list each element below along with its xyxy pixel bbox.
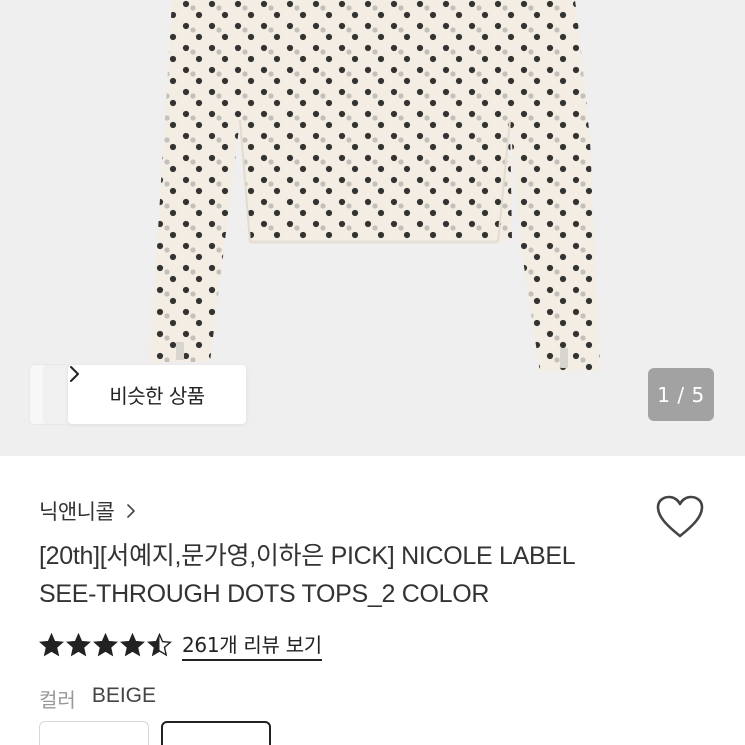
swatch-beige-image — [163, 723, 271, 745]
heart-icon[interactable] — [655, 494, 705, 540]
product-image[interactable]: 비슷한 상품 1 / 5 — [0, 0, 745, 456]
chevron-right-icon — [127, 504, 136, 518]
star-icon — [39, 632, 64, 656]
brand-name: 닉앤니콜 — [39, 500, 115, 524]
color-value: BEIGE — [91, 684, 157, 707]
review-link[interactable]: 261개 리뷰 보기 — [182, 629, 322, 661]
star-icon — [120, 632, 145, 656]
product-title-line2: SEE-THROUGH DOTS TOPS_2 COLOR — [39, 580, 490, 608]
color-swatch-black[interactable] — [39, 721, 149, 745]
similar-products-button[interactable]: 비슷한 상품 — [68, 365, 246, 424]
brand-link[interactable]: 닉앤니콜 — [39, 496, 136, 526]
similar-thumbnails — [30, 365, 70, 424]
chevron-right-icon — [70, 366, 79, 382]
star-icon — [147, 632, 172, 656]
image-pager: 1 / 5 — [648, 368, 714, 421]
product-title: [20th][서예지,문가영,이하은 PICK] NICOLE LABEL SE… — [39, 537, 639, 613]
rating-row: 261개 리뷰 보기 — [39, 628, 322, 662]
color-swatch-beige[interactable] — [161, 721, 271, 745]
rating-stars — [39, 632, 172, 658]
star-icon — [93, 632, 118, 656]
color-label: 컬러 — [39, 688, 76, 712]
product-title-line1: [20th][서예지,문가영,이하은 PICK] NICOLE LABEL — [39, 542, 576, 570]
similar-products-label: 비슷한 상품 — [109, 384, 205, 408]
star-icon — [66, 632, 91, 656]
swatch-black-image — [40, 722, 149, 745]
color-option: 컬러 BEIGE — [39, 684, 156, 713]
